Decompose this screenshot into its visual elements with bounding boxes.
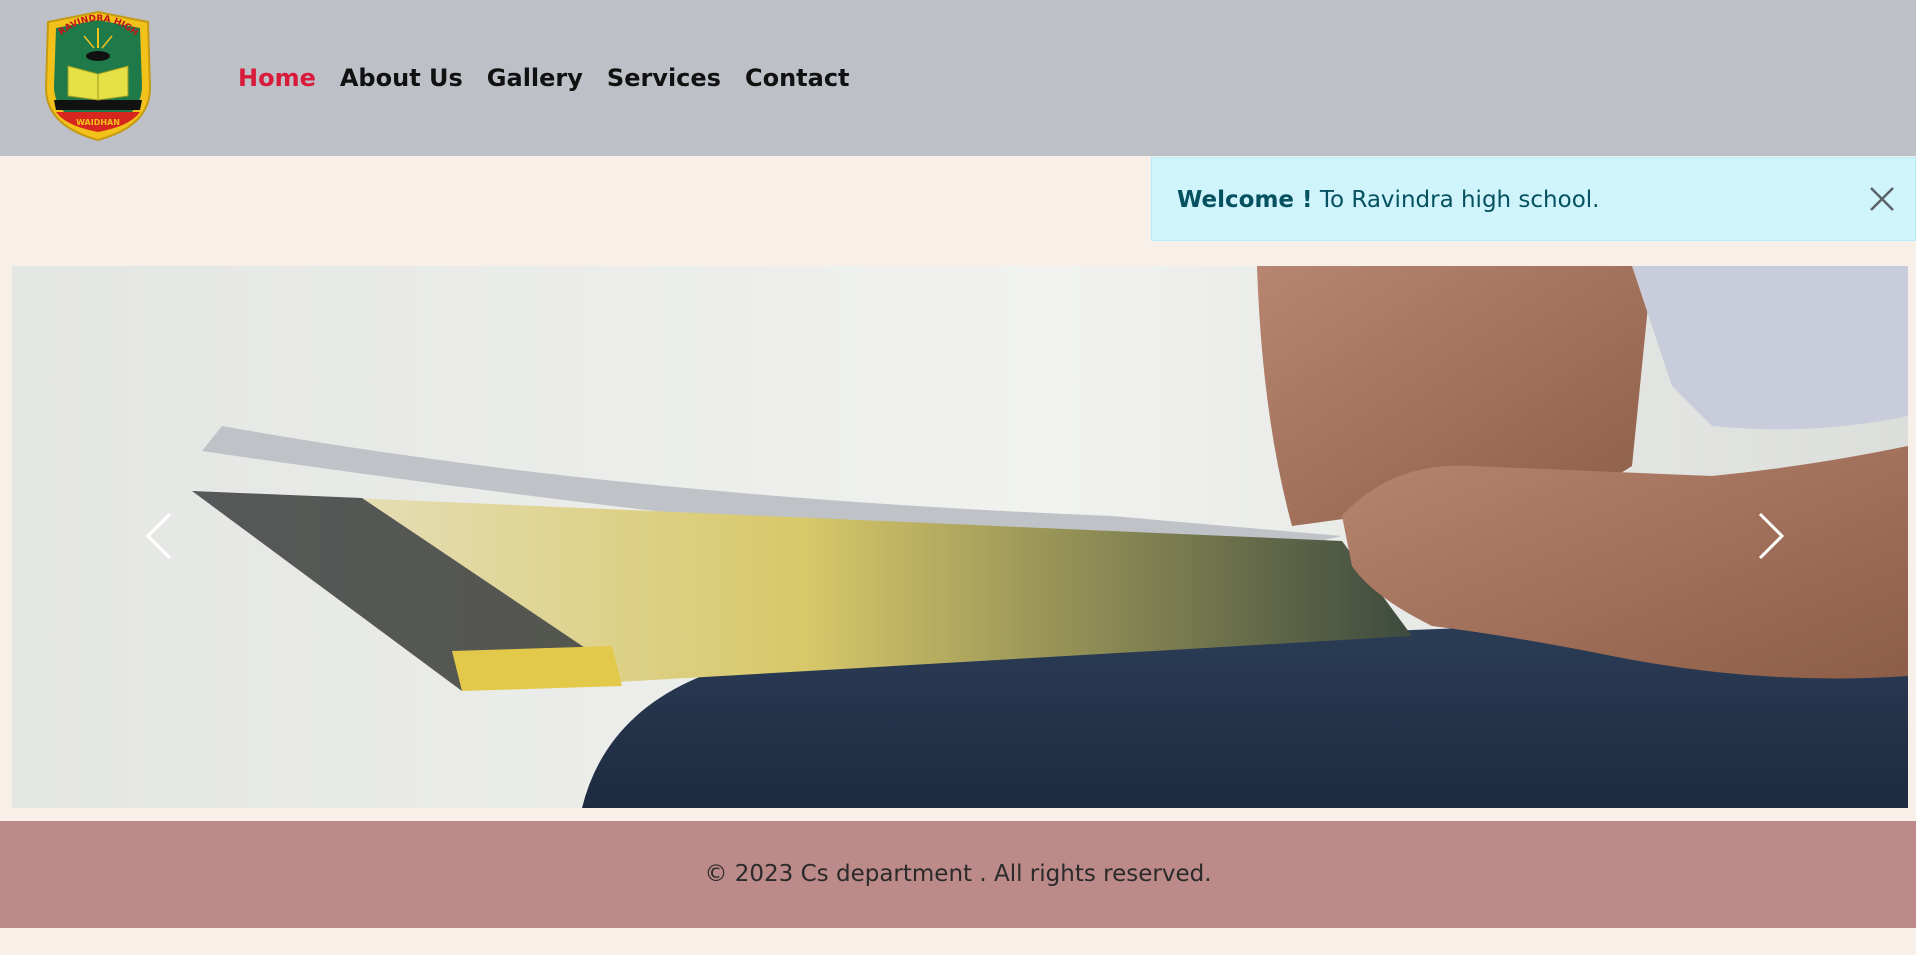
main-nav: Home About Us Gallery Services Contact xyxy=(238,60,874,96)
hero-carousel xyxy=(12,266,1908,808)
school-logo-icon[interactable]: RAVINDRA HIGH SCHOOL WAIDHAN xyxy=(40,8,156,144)
nav-contact[interactable]: Contact xyxy=(745,60,850,96)
alert-strong-text: Welcome ! xyxy=(1177,187,1313,213)
carousel-image xyxy=(12,266,1908,808)
logo-subtext: WAIDHAN xyxy=(76,118,120,127)
chevron-right-icon[interactable] xyxy=(1738,506,1798,566)
site-footer: © 2023 Cs department . All rights reserv… xyxy=(0,821,1916,928)
nav-home[interactable]: Home xyxy=(238,60,316,96)
footer-copyright: © 2023 Cs department . All rights reserv… xyxy=(704,861,1212,887)
alert-message: Welcome ! To Ravindra high school. xyxy=(1177,158,1599,242)
welcome-alert: Welcome ! To Ravindra high school. xyxy=(1151,157,1916,241)
site-header: RAVINDRA HIGH SCHOOL WAIDHAN Home About … xyxy=(0,0,1916,156)
chevron-left-icon[interactable] xyxy=(132,506,192,566)
alert-text: To Ravindra high school. xyxy=(1312,187,1600,213)
close-icon[interactable] xyxy=(1867,184,1897,214)
nav-services[interactable]: Services xyxy=(607,60,721,96)
nav-gallery[interactable]: Gallery xyxy=(487,60,583,96)
nav-about-us[interactable]: About Us xyxy=(340,60,463,96)
